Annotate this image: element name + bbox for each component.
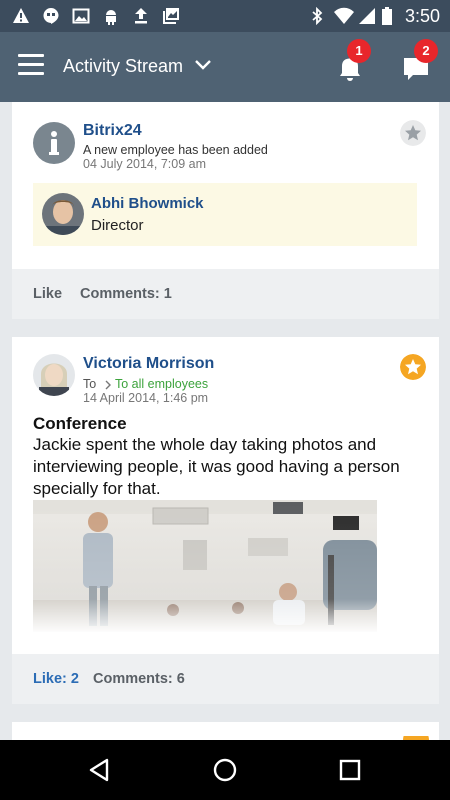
clock-text: 3:50 bbox=[404, 6, 440, 26]
comments-button[interactable]: Comments: 6 bbox=[93, 671, 185, 687]
recents-icon[interactable] bbox=[335, 755, 365, 785]
avatar bbox=[33, 354, 75, 396]
to-label: To bbox=[83, 377, 97, 391]
alert-icon bbox=[13, 8, 29, 23]
wifi-icon bbox=[334, 7, 354, 24]
post-footer: Like Comments: 1 bbox=[12, 269, 439, 319]
recipients-link[interactable]: To all employees bbox=[115, 377, 208, 391]
post-card-victoria-morrison: Victoria Morrison To To all employees 14… bbox=[12, 337, 439, 704]
photo-library-icon bbox=[163, 8, 179, 24]
post-footer: Like: 2 Comments: 6 bbox=[12, 654, 439, 704]
like-button[interactable]: Like bbox=[33, 286, 62, 302]
post-card-next bbox=[12, 722, 439, 740]
post-date: 04 July 2014, 7:09 am bbox=[83, 157, 206, 171]
home-icon[interactable] bbox=[210, 755, 240, 785]
post-photo[interactable] bbox=[33, 500, 377, 632]
notifications-button[interactable]: 1 bbox=[334, 39, 371, 84]
hangouts-icon bbox=[43, 8, 59, 24]
page-title[interactable]: Activity Stream bbox=[63, 56, 183, 77]
battery-icon bbox=[382, 7, 392, 25]
image-icon bbox=[72, 8, 90, 24]
notifications-badge: 1 bbox=[347, 39, 371, 63]
post-message: A new employee has been added bbox=[83, 143, 268, 157]
bluetooth-icon bbox=[312, 7, 323, 25]
post-author[interactable]: Victoria Morrison bbox=[83, 355, 214, 373]
messages-badge: 2 bbox=[414, 39, 438, 63]
like-button[interactable]: Like: 2 bbox=[33, 671, 79, 687]
post-date: 14 April 2014, 1:46 pm bbox=[83, 391, 209, 405]
upload-icon bbox=[135, 8, 147, 24]
app-bar: Activity Stream 1 2 bbox=[0, 32, 450, 102]
signal-icon bbox=[359, 8, 375, 24]
post-author[interactable]: Bitrix24 bbox=[83, 122, 142, 140]
employee-role: Director bbox=[91, 217, 144, 234]
chevron-down-icon[interactable] bbox=[193, 55, 213, 75]
messages-button[interactable]: 2 bbox=[400, 39, 438, 84]
post-card-bitrix24: Bitrix24 A new employee has been added 0… bbox=[12, 102, 439, 319]
employee-name[interactable]: Abhi Bhowmick bbox=[91, 195, 204, 212]
info-icon bbox=[33, 122, 75, 164]
status-bar: 3:50 bbox=[0, 0, 450, 32]
comments-button[interactable]: Comments: 1 bbox=[80, 286, 172, 302]
post-title: Conference bbox=[33, 414, 127, 433]
menu-button[interactable] bbox=[18, 54, 44, 76]
chevron-right-icon bbox=[105, 380, 111, 390]
star-icon[interactable] bbox=[400, 120, 426, 146]
system-nav-bar bbox=[0, 740, 450, 800]
post-body: Jackie spent the whole day taking photos… bbox=[33, 435, 400, 498]
back-icon[interactable] bbox=[85, 755, 115, 785]
new-employee-box[interactable]: Abhi Bhowmick Director bbox=[33, 183, 417, 246]
avatar bbox=[42, 193, 84, 235]
star-icon[interactable] bbox=[400, 354, 426, 380]
android-icon bbox=[106, 10, 116, 25]
